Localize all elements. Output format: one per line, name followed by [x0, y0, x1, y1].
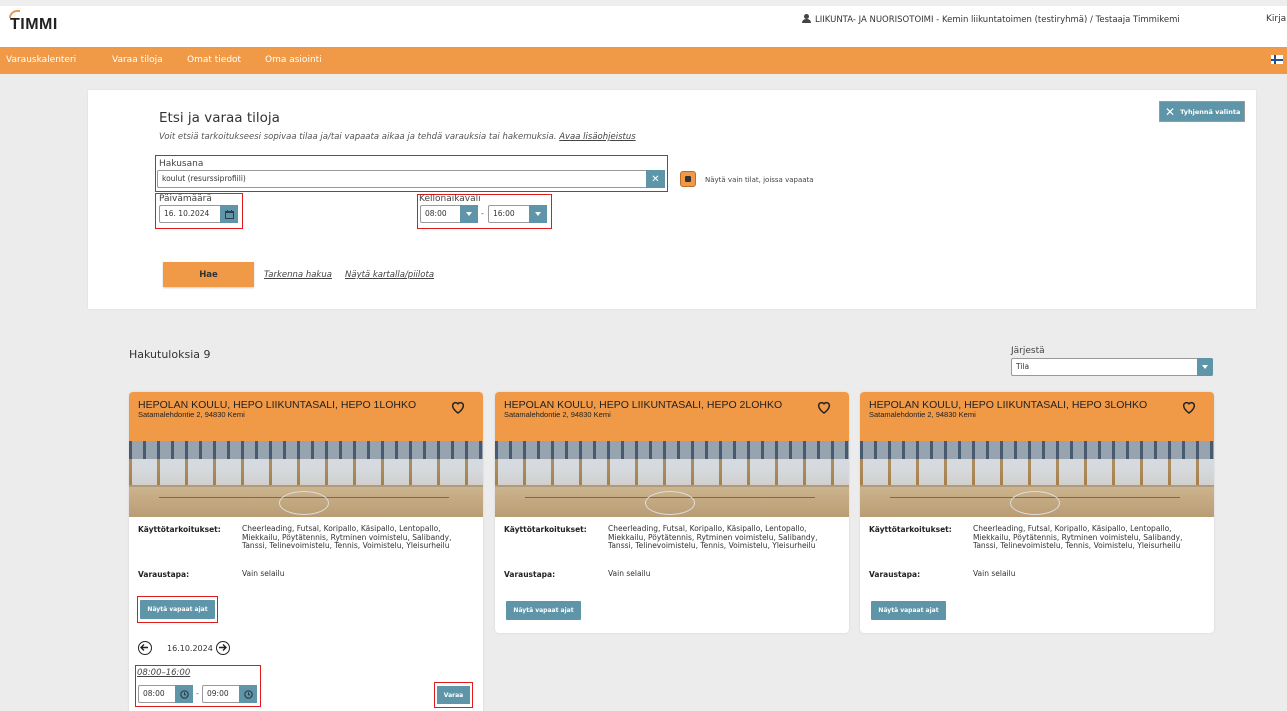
top-header: TIMMI LIIKUNTA- JA NUORISOTOIMI - Kemin … [0, 0, 1287, 47]
time-end-dropdown-button[interactable] [529, 205, 547, 223]
previous-day-button[interactable] [138, 641, 152, 655]
clear-selection-label: Tyhjennä valinta [1180, 107, 1241, 116]
main-nav: Varauskalenteri Varaa tiloja Omat tiedot… [0, 47, 1287, 74]
calendar-icon [224, 209, 234, 219]
card-address: Satamalehdontie 2, 94830 Kemi [138, 410, 245, 419]
logout-link[interactable]: Kirja [1266, 14, 1286, 24]
method-label: Varaustapa: [138, 570, 190, 579]
usage-value: Cheerleading, Futsal, Koripallo, Käsipal… [608, 524, 818, 550]
arrow-right-icon [219, 644, 227, 651]
user-info-text: LIIKUNTA- JA NUORISOTOIMI - Kemin liikun… [815, 15, 1180, 25]
heart-icon[interactable] [450, 399, 466, 415]
time-range-link[interactable]: 08:00–16:00 [137, 668, 190, 678]
card-title[interactable]: HEPOLAN KOULU, HEPO LIIKUNTASALI, HEPO 1… [138, 400, 418, 411]
result-card-1: HEPOLAN KOULU, HEPO LIIKUNTASALI, HEPO 1… [129, 392, 483, 711]
timmi-logo[interactable]: TIMMI [9, 10, 58, 34]
results-count: Hakutuloksia 9 [129, 348, 211, 361]
usage-label: Käyttötarkoitukset: [504, 525, 587, 534]
page-title: Etsi ja varaa tiloja [159, 110, 280, 126]
chevron-down-icon [466, 212, 472, 216]
heart-icon[interactable] [1181, 399, 1197, 415]
method-label: Varaustapa: [869, 570, 921, 579]
time-label: Kellonaikaväli [419, 194, 481, 204]
time-separator: - [481, 209, 484, 218]
next-day-button[interactable] [216, 641, 230, 655]
sort-value: Tila [1016, 362, 1030, 371]
usage-label: Käyttötarkoitukset: [138, 525, 221, 534]
method-value: Vain selailu [973, 569, 1016, 578]
finnish-flag-icon[interactable] [1271, 55, 1283, 64]
arrow-left-icon [140, 644, 148, 651]
description-text: Voit etsiä tarkoitukseesi sopivaa tilaa … [159, 132, 557, 142]
chevron-down-icon [1202, 365, 1208, 369]
close-icon: ✕ [1165, 104, 1176, 119]
slot-time-separator: - [196, 689, 199, 698]
clear-selection-button[interactable]: ✕ Tyhjennä valinta [1159, 101, 1245, 122]
nav-item-oma-asiointi[interactable]: Oma asiointi [265, 55, 322, 65]
help-link[interactable]: Avaa lisäohjeistus [559, 132, 635, 142]
logo-swoosh-icon [9, 10, 20, 18]
card-header: HEPOLAN KOULU, HEPO LIIKUNTASALI, HEPO 3… [860, 392, 1214, 441]
clock-icon [243, 689, 253, 699]
toggle-map-link[interactable]: Näytä kartalla/piilota [345, 270, 434, 280]
nav-item-omat-tiedot[interactable]: Omat tiedot [187, 55, 241, 65]
method-value: Vain selailu [242, 569, 285, 578]
current-date: 16.10.2024 [167, 644, 213, 653]
only-free-label: Näytä vain tilat, joissa vapaata [705, 176, 814, 184]
venue-photo [860, 441, 1214, 517]
chevron-down-icon [535, 212, 541, 216]
card-body: Käyttötarkoitukset: Cheerleading, Futsal… [495, 517, 849, 633]
calendar-button[interactable] [220, 205, 238, 223]
usage-value: Cheerleading, Futsal, Koripallo, Käsipal… [973, 524, 1183, 550]
date-label: Päivämäärä [159, 194, 212, 204]
card-address: Satamalehdontie 2, 94830 Kemi [504, 410, 611, 419]
show-free-times-button[interactable]: Näytä vapaat ajat [506, 601, 581, 620]
card-title[interactable]: HEPOLAN KOULU, HEPO LIIKUNTASALI, HEPO 2… [504, 400, 784, 411]
sort-label: Järjestä [1011, 346, 1045, 356]
venue-photo [495, 441, 849, 517]
card-header: HEPOLAN KOULU, HEPO LIIKUNTASALI, HEPO 2… [495, 392, 849, 441]
clear-keyword-button[interactable]: ✕ [646, 170, 665, 188]
card-address: Satamalehdontie 2, 94830 Kemi [869, 410, 976, 419]
close-icon: ✕ [651, 173, 660, 185]
search-button[interactable]: Hae [163, 262, 254, 287]
clock-icon [179, 689, 189, 699]
card-title[interactable]: HEPOLAN KOULU, HEPO LIIKUNTASALI, HEPO 3… [869, 400, 1149, 411]
result-card-3: HEPOLAN KOULU, HEPO LIIKUNTASALI, HEPO 3… [860, 392, 1214, 633]
sort-select[interactable]: Tila [1011, 358, 1213, 376]
usage-value: Cheerleading, Futsal, Koripallo, Käsipal… [242, 524, 452, 550]
time-start-dropdown-button[interactable] [460, 205, 478, 223]
keyword-input[interactable]: koulut (resurssiprofiili) [157, 170, 665, 188]
show-free-times-button[interactable]: Näytä vapaat ajat [871, 601, 946, 620]
show-free-times-button[interactable]: Näytä vapaat ajat [140, 600, 215, 619]
card-header: HEPOLAN KOULU, HEPO LIIKUNTASALI, HEPO 1… [129, 392, 483, 441]
slot-start-clock-button[interactable] [175, 685, 193, 703]
nav-item-varauskalenteri[interactable]: Varauskalenteri [6, 55, 76, 65]
method-value: Vain selailu [608, 569, 651, 578]
card-body: Käyttötarkoitukset: Cheerleading, Futsal… [860, 517, 1214, 633]
slot-end-clock-button[interactable] [239, 685, 257, 703]
keyword-label: Hakusana [159, 159, 204, 169]
usage-label: Käyttötarkoitukset: [869, 525, 952, 534]
venue-photo [129, 441, 483, 517]
logo-text: TIMMI [10, 16, 58, 33]
only-free-checkbox[interactable] [680, 171, 696, 187]
refine-search-link[interactable]: Tarkenna hakua [264, 270, 332, 280]
sort-dropdown-button[interactable] [1197, 358, 1213, 376]
book-button[interactable]: Varaa [437, 686, 470, 704]
user-icon [802, 14, 811, 23]
nav-item-varaa-tiloja[interactable]: Varaa tiloja [112, 55, 163, 65]
heart-icon[interactable] [816, 399, 832, 415]
search-description: Voit etsiä tarkoitukseesi sopivaa tilaa … [159, 132, 636, 142]
user-info[interactable]: LIIKUNTA- JA NUORISOTOIMI - Kemin liikun… [802, 14, 1180, 25]
result-card-2: HEPOLAN KOULU, HEPO LIIKUNTASALI, HEPO 2… [495, 392, 849, 633]
method-label: Varaustapa: [504, 570, 556, 579]
